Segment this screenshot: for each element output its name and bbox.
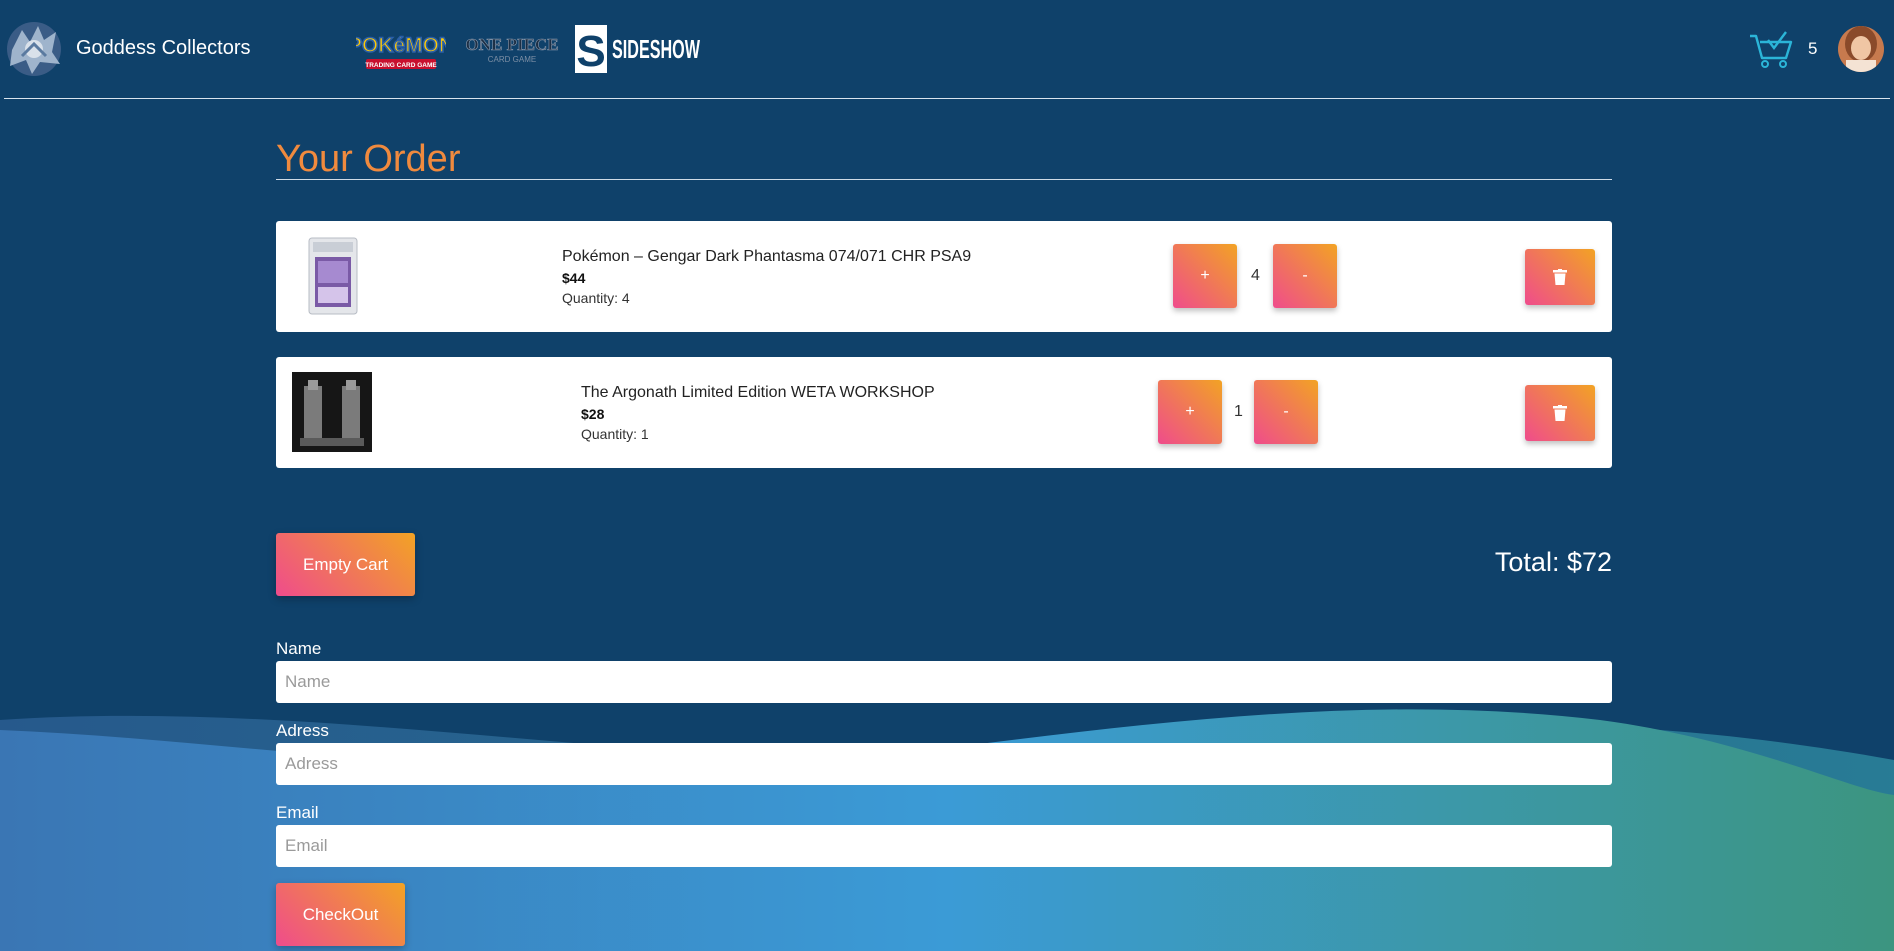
user-avatar[interactable] [1838, 26, 1884, 72]
page-title: Your Order [276, 138, 461, 180]
address-label: Adress [276, 721, 329, 740]
product-thumbnail[interactable] [292, 372, 372, 452]
order-item: Pokémon – Gengar Dark Phantasma 074/071 … [276, 221, 1612, 332]
item-name[interactable]: The Argonath Limited Edition WETA WORKSH… [581, 384, 935, 402]
header-divider [4, 98, 1890, 99]
item-quantity-text: Quantity: 4 [562, 290, 630, 306]
title-divider [276, 179, 1612, 180]
onepiece-logo-subtext: CARD GAME [488, 55, 536, 64]
one-piece-card-game-logo[interactable]: ONE PIECE CARD GAME [466, 32, 558, 68]
remove-item-button[interactable] [1525, 385, 1595, 441]
name-label: Name [276, 639, 322, 658]
trash-icon [1553, 405, 1567, 421]
increase-quantity-button[interactable]: + [1173, 244, 1237, 308]
item-price: $28 [581, 406, 605, 422]
quantity-value: 1 [1234, 403, 1243, 420]
increase-quantity-button[interactable]: + [1158, 380, 1222, 444]
order-total: Total: $72 [1494, 547, 1612, 577]
item-quantity-text: Quantity: 1 [581, 426, 649, 442]
pokemon-tcg-logo[interactable]: POKéMON TRADING CARD GAME [356, 24, 446, 72]
pokemon-logo-subtext: TRADING CARD GAME [365, 62, 437, 69]
brand-logo[interactable] [4, 20, 64, 78]
cart-count-badge: 5 [1808, 39, 1818, 58]
sideshow-logo-letter: S [576, 27, 605, 74]
item-name[interactable]: Pokémon – Gengar Dark Phantasma 074/071 … [562, 248, 971, 266]
brand-name[interactable]: Goddess Collectors [76, 37, 251, 60]
onepiece-logo-text: ONE PIECE [466, 35, 558, 54]
name-input[interactable] [276, 661, 1612, 703]
empty-cart-button[interactable]: Empty Cart [276, 533, 415, 596]
product-thumbnail[interactable] [308, 237, 358, 315]
sideshow-logo[interactable]: S SIDESHOW [574, 24, 704, 74]
email-input[interactable] [276, 825, 1612, 867]
decrease-quantity-button[interactable]: - [1273, 244, 1337, 308]
checkout-button[interactable]: CheckOut [276, 883, 405, 946]
trash-icon [1553, 269, 1567, 285]
pokemon-logo-text: POKéMON [356, 34, 446, 57]
item-price: $44 [562, 270, 586, 286]
remove-item-button[interactable] [1525, 249, 1595, 305]
decrease-quantity-button[interactable]: - [1254, 380, 1318, 444]
quantity-value: 4 [1251, 267, 1260, 284]
order-item: The Argonath Limited Edition WETA WORKSH… [276, 357, 1612, 468]
shopping-cart-icon[interactable] [1748, 28, 1794, 70]
sideshow-logo-text: SIDESHOW [612, 34, 700, 64]
email-label: Email [276, 803, 319, 822]
top-navbar: Goddess Collectors POKéMON TRADING CARD … [0, 0, 1894, 98]
address-input[interactable] [276, 743, 1612, 785]
